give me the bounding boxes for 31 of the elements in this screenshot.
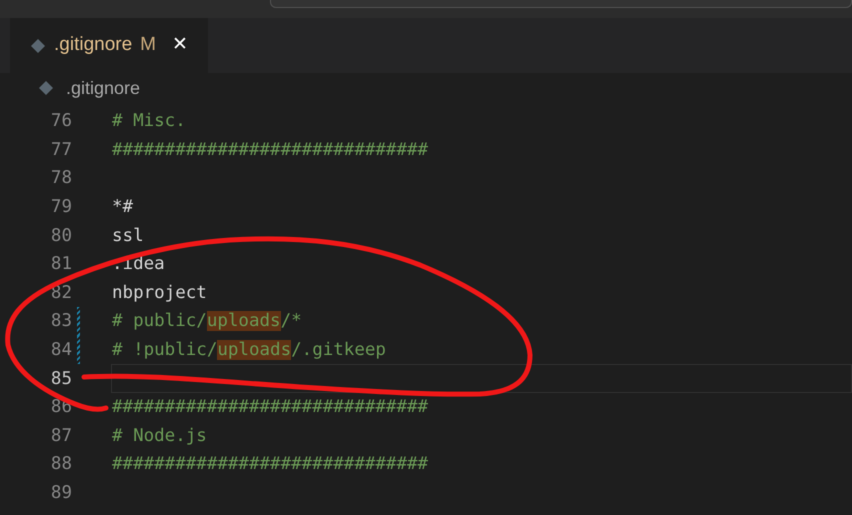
line-number: 84 [50, 338, 72, 362]
code-line: # Misc. [112, 110, 186, 134]
line-number: 80 [50, 224, 72, 248]
tab-title: .gitignore [54, 33, 132, 58]
close-button[interactable]: ✕ [172, 31, 188, 60]
code-line: .idea [112, 253, 165, 276]
breadcrumb-item[interactable]: .gitignore [66, 74, 140, 102]
editor-tab[interactable]: .gitignore M ✕ [10, 18, 208, 73]
code-line: nbproject [112, 282, 207, 305]
code-line: # public/uploads/* [112, 310, 302, 334]
line-number: 89 [50, 482, 72, 505]
line-number: 87 [50, 424, 72, 448]
code-line: # !public/uploads/.gitkeep [112, 338, 386, 362]
line-number: 79 [50, 196, 72, 219]
line-number: 78 [50, 167, 72, 190]
code-line: *# [112, 196, 134, 219]
code-line: ssl [112, 224, 144, 248]
line-number: 76 [50, 110, 72, 134]
modified-label: M [140, 33, 156, 58]
line-number: 88 [50, 453, 72, 476]
code-line: ############################## [112, 396, 428, 420]
code-line: # Node.js [112, 424, 207, 448]
search-box[interactable] [270, 0, 852, 8]
code-line: ############################## [112, 453, 428, 476]
line-number: 77 [50, 138, 72, 162]
line-number: 81 [50, 253, 72, 276]
line-number: 85 [50, 368, 72, 391]
git-diamond-icon [30, 38, 46, 54]
line-number: 83 [50, 310, 72, 334]
git-diamond-icon [38, 80, 54, 96]
code-line: ############################## [112, 138, 428, 162]
